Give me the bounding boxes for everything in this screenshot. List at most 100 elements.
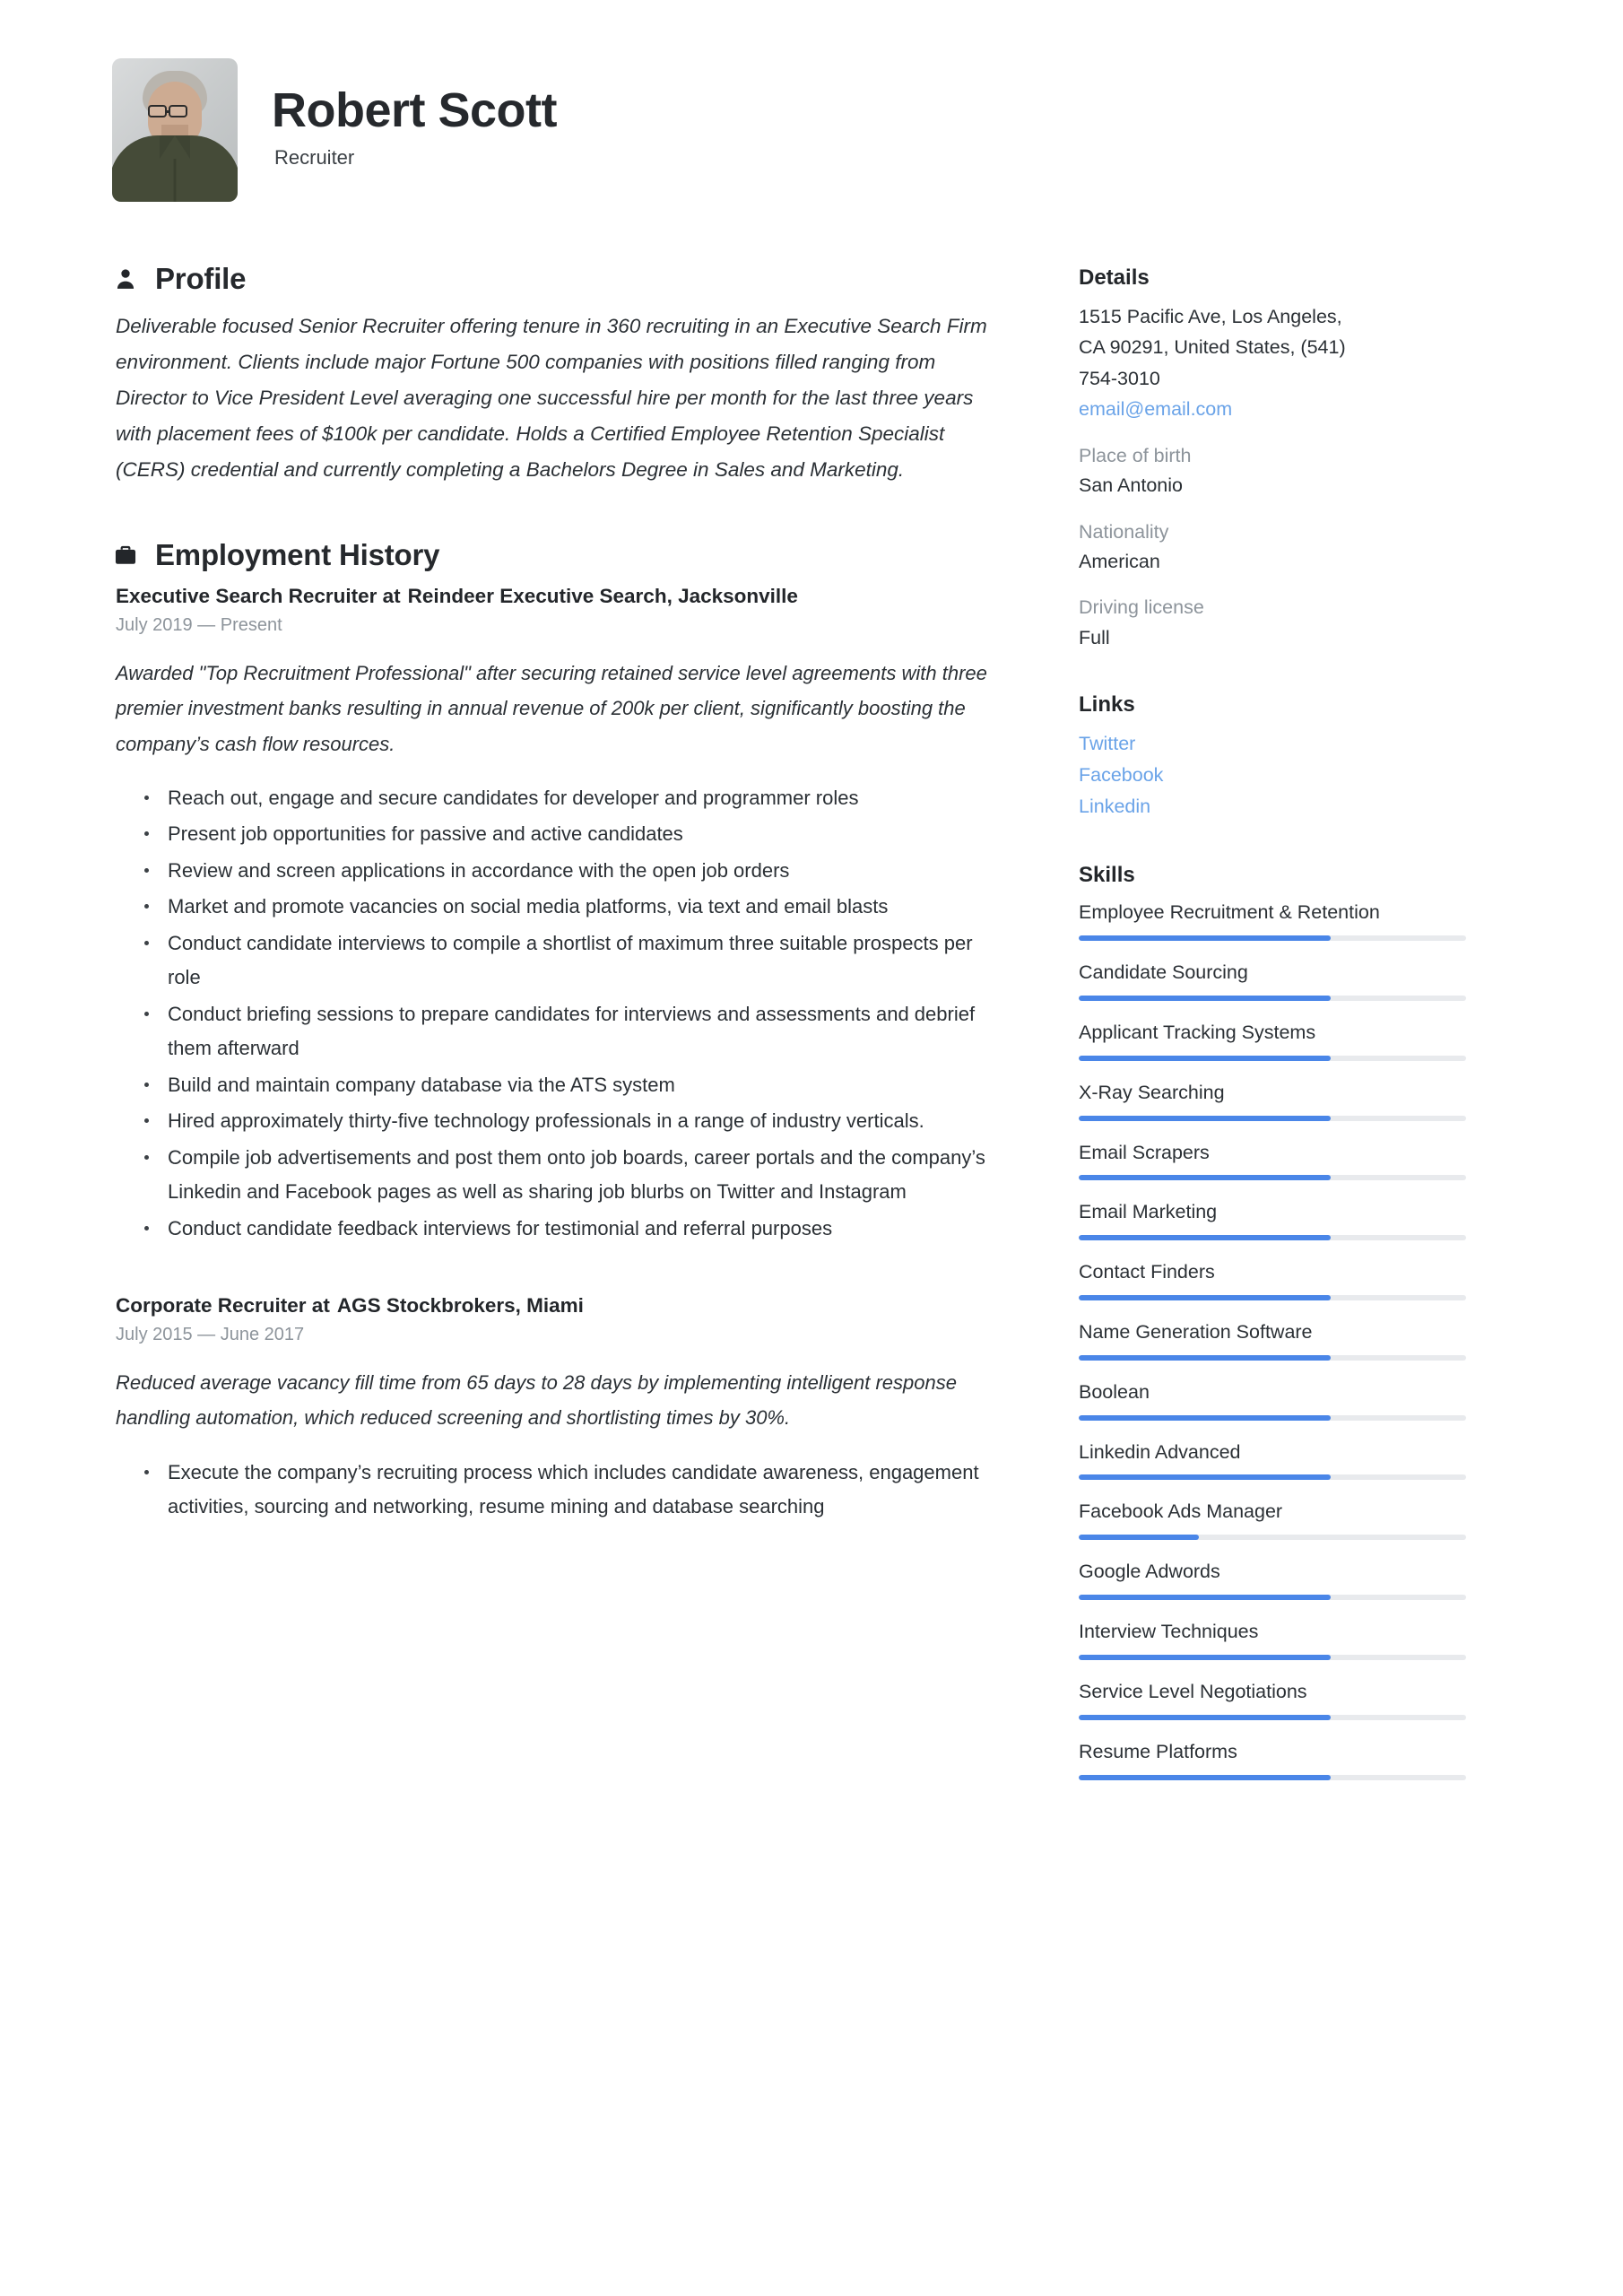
detail-field-label: Driving license xyxy=(1079,596,1204,619)
employment-summary: Awarded "Top Recruitment Professional" a… xyxy=(116,662,987,755)
skill-row: Applicant Tracking Systems xyxy=(1079,1019,1466,1061)
section-title-employment: Employment History xyxy=(155,538,440,572)
skill-row: Candidate Sourcing xyxy=(1079,959,1466,1001)
list-item: Review and screen applications in accord… xyxy=(143,854,1009,889)
portrait-glasses-left xyxy=(148,105,167,117)
list-item: Conduct candidate feedback interviews fo… xyxy=(143,1212,1009,1247)
address-lines: 1515 Pacific Ave, Los Angeles, CA 90291, … xyxy=(1079,301,1466,394)
portrait-glasses-bridge xyxy=(167,110,170,113)
skill-level-fill xyxy=(1079,1474,1331,1481)
portrait-collar-left xyxy=(160,135,175,159)
detail-field-label: Place of birth xyxy=(1079,445,1192,466)
role-label: Corporate Recruiter at xyxy=(116,1294,330,1318)
main-column: Profile Deliverable focused Senior Recru… xyxy=(112,262,1009,1526)
role-label: Executive Search Recruiter at xyxy=(116,585,401,608)
skill-level-fill xyxy=(1079,1175,1331,1181)
skill-level-bar xyxy=(1079,1235,1466,1241)
skills-heading: Skills xyxy=(1079,863,1135,888)
skill-level-bar xyxy=(1079,1774,1466,1780)
social-link-linkedin[interactable]: Linkedin xyxy=(1079,791,1466,822)
employment-entry: Corporate Recruiter at AGS Stockbrokers, … xyxy=(112,1294,1009,1524)
skill-name: Candidate Sourcing xyxy=(1079,961,1248,984)
list-item: Reach out, engage and secure candidates … xyxy=(143,781,1009,816)
skill-level-bar xyxy=(1079,1354,1466,1361)
skill-level-fill xyxy=(1079,1535,1199,1541)
section-title-profile: Profile xyxy=(155,262,247,295)
address-line: 1515 Pacific Ave, Los Angeles, xyxy=(1079,306,1342,327)
employment-role: Executive Search Recruiter at Reindeer Ex… xyxy=(116,585,1009,608)
skill-level-bar xyxy=(1079,1654,1466,1660)
social-link-twitter[interactable]: Twitter xyxy=(1079,728,1466,760)
employment-entry: Executive Search Recruiter at Reindeer Ex… xyxy=(112,585,1009,1246)
name-block: Robert Scott Recruiter xyxy=(272,83,558,174)
details-block: Details 1515 Pacific Ave, Los Angeles, CA… xyxy=(1079,265,1466,653)
skill-name: X-Ray Searching xyxy=(1079,1081,1225,1103)
portrait-placket xyxy=(173,159,177,202)
skill-name: Name Generation Software xyxy=(1079,1321,1313,1344)
skill-level-bar xyxy=(1079,1474,1466,1481)
skill-row: Boolean xyxy=(1079,1378,1466,1421)
skill-row: Resume Platforms xyxy=(1079,1738,1466,1780)
skill-name: Employee Recruitment & Retention xyxy=(1079,901,1380,924)
list-item: Conduct candidate interviews to compile … xyxy=(143,926,1009,996)
address-line: 754-3010 xyxy=(1079,367,1160,389)
sidebar-column: Details 1515 Pacific Ave, Los Angeles, CA… xyxy=(1079,262,1466,1811)
skill-row: Interview Techniques xyxy=(1079,1618,1466,1660)
social-link-facebook[interactable]: Facebook xyxy=(1079,760,1466,791)
skill-row: Contact Finders xyxy=(1079,1258,1466,1301)
skill-level-bar xyxy=(1079,1595,1466,1601)
skill-row: X-Ray Searching xyxy=(1079,1079,1466,1121)
list-item: Compile job advertisements and post them… xyxy=(143,1141,1009,1210)
detail-field-value: American xyxy=(1079,550,1160,572)
list-item: Execute the company’s recruiting process… xyxy=(143,1456,1009,1525)
page-title: Robert Scott xyxy=(272,83,558,138)
skill-row: Email Marketing xyxy=(1079,1198,1466,1241)
company-label: Reindeer Executive Search, Jacksonville xyxy=(407,585,798,608)
employment-list: Executive Search Recruiter at Reindeer Ex… xyxy=(112,585,1009,1524)
skill-level-bar xyxy=(1079,1414,1466,1421)
links-list: Twitter Facebook Linkedin xyxy=(1079,728,1466,822)
skill-level-fill xyxy=(1079,1774,1331,1780)
detail-fields: Place of birth San Antonio Nationality Amer… xyxy=(1079,441,1466,653)
address-line: CA 90291, United States, (541) xyxy=(1079,336,1346,359)
skill-level-fill xyxy=(1079,1654,1331,1660)
skill-level-fill xyxy=(1079,1595,1331,1601)
skill-level-fill xyxy=(1079,1354,1331,1361)
content-columns: Profile Deliverable focused Senior Recru… xyxy=(112,262,1524,1811)
skill-name: Boolean xyxy=(1079,1380,1150,1403)
person-icon xyxy=(112,265,139,292)
resume-header: Robert Scott Recruiter xyxy=(112,54,1524,206)
links-block: Links Twitter Facebook Linkedin xyxy=(1079,692,1466,822)
skill-level-bar xyxy=(1079,1535,1466,1541)
skill-level-fill xyxy=(1079,1055,1331,1061)
skill-row: Facebook Ads Manager xyxy=(1079,1498,1466,1541)
company-label: AGS Stockbrokers, Miami xyxy=(336,1294,584,1318)
skill-level-fill xyxy=(1079,1235,1331,1241)
skill-level-fill xyxy=(1079,935,1331,942)
skill-name: Resume Platforms xyxy=(1079,1740,1237,1762)
employment-dates: July 2015 — June 2017 xyxy=(116,1325,305,1345)
detail-field-value: San Antonio xyxy=(1079,474,1183,497)
skill-level-bar xyxy=(1079,1175,1466,1181)
skill-level-bar xyxy=(1079,935,1466,942)
briefcase-icon xyxy=(112,542,139,569)
skills-block: Skills Employee Recruitment & Retention C… xyxy=(1079,863,1466,1780)
skill-level-fill xyxy=(1079,1295,1331,1301)
skill-row: Employee Recruitment & Retention xyxy=(1079,899,1466,942)
skill-name: Interview Techniques xyxy=(1079,1621,1259,1643)
detail-field-label: Nationality xyxy=(1079,520,1169,543)
skill-level-bar xyxy=(1079,1295,1466,1301)
skill-level-bar xyxy=(1079,1115,1466,1121)
email-link[interactable]: email@email.com xyxy=(1079,394,1466,425)
skill-name: Linkedin Advanced xyxy=(1079,1440,1241,1463)
details-heading: Details xyxy=(1079,265,1150,290)
skill-level-fill xyxy=(1079,1414,1331,1421)
skill-name: Email Marketing xyxy=(1079,1201,1218,1223)
portrait-collar-right xyxy=(175,135,190,159)
job-subtitle: Recruiter xyxy=(274,145,355,169)
portrait-glasses-right xyxy=(169,105,187,117)
employment-summary: Reduced average vacancy fill time from 6… xyxy=(116,1371,957,1430)
skill-name: Facebook Ads Manager xyxy=(1079,1500,1283,1523)
skill-row: Google Adwords xyxy=(1079,1558,1466,1601)
employment-role: Corporate Recruiter at AGS Stockbrokers, … xyxy=(116,1294,1009,1318)
